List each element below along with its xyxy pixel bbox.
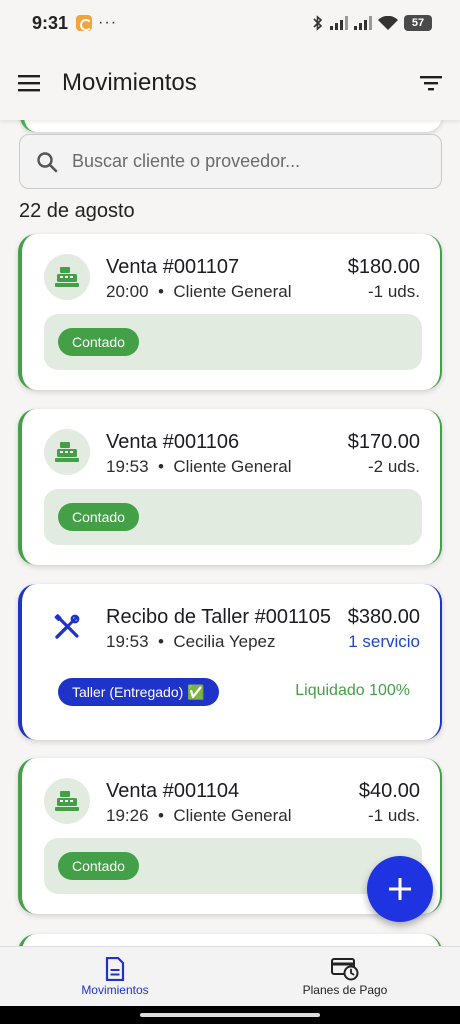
filter-icon — [420, 76, 442, 91]
separator-dot: • — [158, 806, 164, 825]
payment-info: Contado — [44, 838, 422, 894]
wifi-icon — [378, 15, 398, 30]
nav-item-payment-plans[interactable]: Planes de Pago — [230, 947, 460, 1006]
workshop-status-badge: Taller (Entregado) ✅ — [58, 678, 219, 706]
home-gesture-bar[interactable] — [140, 1013, 320, 1017]
movement-party: Cliente General — [173, 282, 292, 301]
payment-type-badge: Contado — [58, 328, 139, 356]
movement-card[interactable]: Recibo de Taller #001105 19:53 • Cecilia… — [18, 584, 442, 740]
movement-card[interactable]: Venta #001107 20:00 • Cliente General $1… — [18, 234, 442, 390]
separator-dot: • — [158, 282, 164, 301]
movement-time: 19:53 — [106, 457, 149, 476]
payment-info: Contado — [44, 489, 422, 545]
bottom-navigation: Movimientos Planes de Pago — [0, 946, 460, 1006]
movement-subtitle: 19:53 • Cliente General — [106, 457, 292, 477]
separator-dot: • — [158, 632, 164, 651]
payment-type-badge: Contado — [58, 503, 139, 531]
movement-quantity: -2 uds. — [368, 457, 420, 476]
nav-item-movements[interactable]: Movimientos — [0, 947, 230, 1006]
movement-amount: $170.00 — [347, 431, 420, 453]
movement-party: Cliente General — [173, 806, 292, 825]
movement-party: Cecilia Yepez — [173, 632, 276, 651]
movement-subtitle: 19:53 • Cecilia Yepez — [106, 632, 275, 652]
cash-register-icon — [44, 254, 90, 300]
movement-amount: $380.00 — [347, 606, 420, 628]
app-bar: Movimientos — [0, 46, 460, 120]
document-icon — [105, 956, 125, 981]
movement-card[interactable]: Venta #001106 19:53 • Cliente General $1… — [18, 409, 442, 565]
workshop-info: Taller (Entregado) ✅ Liquidado 100% — [58, 678, 410, 708]
movement-card-partial[interactable] — [20, 120, 442, 132]
add-movement-button[interactable] — [367, 856, 433, 922]
notification-app-icon — [76, 15, 93, 31]
payment-status: Liquidado 100% — [295, 682, 410, 699]
movement-amount: $180.00 — [347, 256, 420, 278]
cash-register-icon — [44, 429, 90, 475]
movement-time: 19:53 — [106, 632, 149, 651]
movement-subtitle: 20:00 • Cliente General — [106, 282, 292, 302]
more-notifications-icon: ··· — [98, 14, 118, 31]
movement-title: Recibo de Taller #001105 — [106, 606, 331, 628]
plus-icon — [389, 878, 411, 900]
movement-quantity: -1 uds. — [368, 282, 420, 301]
search-bar[interactable] — [19, 134, 442, 189]
movement-quantity: 1 servicio — [348, 632, 420, 651]
movement-amount: $40.00 — [358, 780, 420, 802]
menu-icon[interactable] — [18, 74, 40, 92]
status-icons: 57 — [312, 15, 432, 31]
search-input[interactable] — [72, 151, 412, 172]
movement-title: Venta #001107 — [106, 256, 240, 278]
movement-title: Venta #001104 — [106, 780, 240, 802]
tools-icon — [44, 604, 90, 650]
movements-list: 22 de agosto Venta #001107 20:00 • Clien… — [0, 120, 460, 946]
battery-icon: 57 — [404, 15, 432, 31]
movement-card-partial[interactable] — [18, 934, 442, 946]
movement-time: 20:00 — [106, 282, 149, 301]
filter-button[interactable] — [420, 75, 442, 91]
search-icon — [37, 151, 58, 172]
payment-info: Contado — [44, 314, 422, 370]
nav-label-movements: Movimientos — [81, 982, 149, 997]
page-title: Movimientos — [62, 69, 197, 96]
system-gesture-area — [0, 1006, 460, 1024]
payment-schedule-icon — [331, 957, 359, 980]
signal-icon — [330, 16, 348, 30]
status-time: 9:31 — [32, 12, 69, 33]
movement-subtitle: 19:26 • Cliente General — [106, 806, 292, 826]
separator-dot: • — [158, 457, 164, 476]
payment-type-badge: Contado — [58, 852, 139, 880]
cash-register-icon — [44, 778, 90, 824]
bluetooth-icon — [313, 15, 323, 31]
signal-icon-2 — [354, 16, 372, 30]
status-bar: 9:31 ··· 57 — [0, 0, 460, 46]
movement-title: Venta #001106 — [106, 431, 240, 453]
movement-time: 19:26 — [106, 806, 149, 825]
nav-label-payment-plans: Planes de Pago — [302, 982, 388, 997]
movement-party: Cliente General — [173, 457, 292, 476]
movement-quantity: -1 uds. — [368, 806, 420, 825]
date-header: 22 de agosto — [19, 200, 135, 222]
